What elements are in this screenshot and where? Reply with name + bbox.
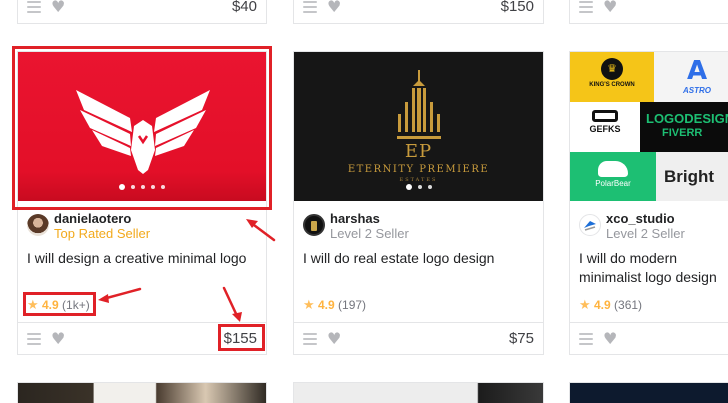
- card-footer: ♥ $75: [294, 322, 543, 354]
- gig-image[interactable]: EP ETERNITY PREMIERE ESTATES: [294, 52, 543, 201]
- price: $40: [231, 0, 257, 15]
- logo-tile-gefks: GEFKS: [570, 102, 640, 152]
- heart-icon[interactable]: ♥: [51, 0, 65, 17]
- logo-tile-astro: A ASTRO: [654, 52, 728, 102]
- carousel-dots[interactable]: [294, 184, 543, 190]
- heart-icon[interactable]: ♥: [51, 329, 65, 349]
- avatar[interactable]: [303, 214, 325, 236]
- seller-info: danielaotero Top Rated Seller: [27, 211, 260, 243]
- star-icon: ★: [579, 298, 591, 313]
- menu-icon[interactable]: [303, 333, 317, 345]
- avatar[interactable]: [579, 214, 601, 236]
- menu-icon[interactable]: [579, 333, 593, 345]
- gig-card-top-1[interactable]: ♥ $40: [17, 0, 267, 24]
- rating-value: 4.9: [318, 298, 335, 312]
- seller-level: Level 2 Seller: [606, 226, 685, 241]
- gig-title[interactable]: I will design a creative minimal logo: [27, 249, 260, 268]
- review-count: (197): [338, 298, 367, 312]
- menu-icon[interactable]: [579, 1, 593, 13]
- card-footer: ♥: [570, 0, 728, 23]
- gig-card-2[interactable]: EP ETERNITY PREMIERE ESTATES harshas Lev…: [293, 51, 544, 355]
- logo-tile-polarbear: PolarBear: [570, 152, 656, 201]
- menu-icon[interactable]: [27, 333, 41, 345]
- rating: ★ 4.9 (361): [579, 296, 642, 314]
- gig-image[interactable]: [18, 383, 266, 403]
- heart-icon[interactable]: ♥: [603, 0, 617, 17]
- crown-icon: ♛: [601, 58, 623, 80]
- heart-icon[interactable]: ♥: [327, 329, 341, 349]
- menu-icon[interactable]: [27, 1, 41, 13]
- heart-icon[interactable]: ♥: [327, 0, 341, 17]
- star-icon: ★: [303, 298, 315, 313]
- heart-icon[interactable]: ♥: [603, 329, 617, 349]
- price: $75: [508, 330, 534, 347]
- seller-info: xco_studio Level 2 Seller: [579, 211, 728, 243]
- price: $150: [500, 0, 534, 15]
- highlight-box-price: [218, 324, 265, 351]
- gig-card-top-2[interactable]: ♥ $150: [293, 0, 544, 24]
- seller-level: Top Rated Seller: [54, 226, 151, 241]
- gig-title[interactable]: I will do real estate logo design: [303, 249, 537, 268]
- xco-logo-icon: [584, 221, 596, 231]
- gig-card-bottom-1[interactable]: [17, 382, 267, 403]
- menu-icon[interactable]: [303, 1, 317, 13]
- logo-tile-logodesign: LOGODESIGN FIVERR: [640, 102, 728, 152]
- brand-name: ETERNITY PREMIERE: [347, 164, 490, 175]
- gig-image[interactable]: [294, 383, 543, 403]
- highlight-box-rating: [23, 292, 96, 316]
- rating: ★ 4.9 (197): [303, 296, 366, 314]
- gig-image[interactable]: ♛ KING'S CROWN A ASTRO GEFKS LOGODESIGN …: [570, 52, 728, 201]
- brand-monogram: EP: [404, 141, 433, 162]
- seller-level: Level 2 Seller: [330, 226, 409, 241]
- gig-card-3[interactable]: ♛ KING'S CROWN A ASTRO GEFKS LOGODESIGN …: [569, 51, 728, 355]
- rating-value: 4.9: [594, 298, 611, 312]
- logo-tile-bright: Bright: [656, 152, 728, 201]
- gig-card-top-3[interactable]: ♥: [569, 0, 728, 24]
- gig-card-bottom-3[interactable]: [569, 382, 728, 403]
- brand-subtitle: ESTATES: [399, 177, 438, 183]
- seller-name[interactable]: xco_studio: [606, 211, 675, 226]
- card-footer: ♥: [570, 322, 728, 354]
- highlight-box-image: [12, 46, 272, 210]
- gig-card-bottom-2[interactable]: [293, 382, 544, 403]
- review-count: (361): [614, 298, 643, 312]
- card-footer: ♥ $150: [294, 0, 543, 23]
- gig-image[interactable]: [570, 383, 728, 403]
- logo-tile-kings-crown: ♛ KING'S CROWN: [570, 52, 654, 102]
- seller-info: harshas Level 2 Seller: [303, 211, 537, 243]
- card-footer: ♥ $40: [18, 0, 266, 23]
- avatar[interactable]: [27, 214, 49, 236]
- gig-title[interactable]: I will do modern minimalist logo design: [579, 249, 728, 287]
- seller-name[interactable]: harshas: [330, 211, 380, 226]
- seller-name[interactable]: danielaotero: [54, 211, 131, 226]
